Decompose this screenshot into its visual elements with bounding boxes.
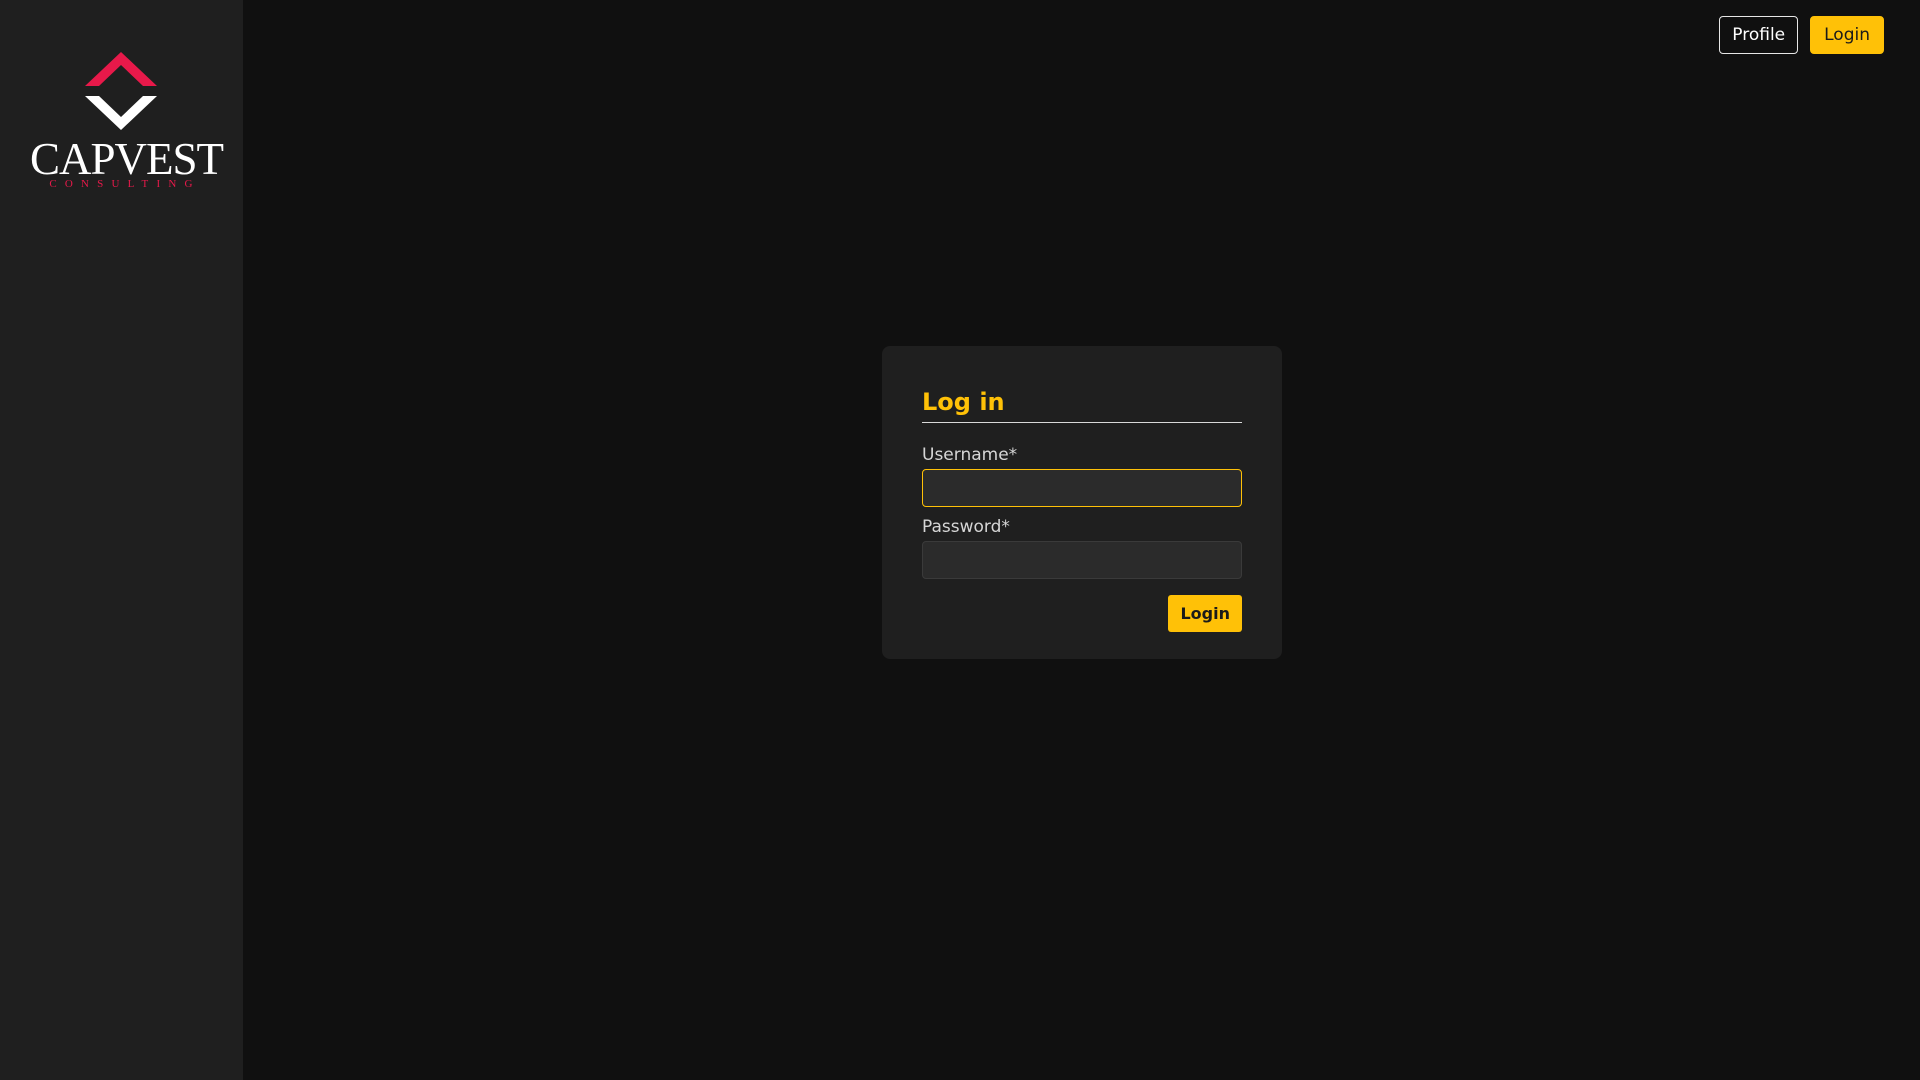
password-label: Password*: [922, 517, 1010, 537]
profile-button[interactable]: Profile: [1719, 16, 1799, 54]
top-navigation: Profile Login: [1719, 16, 1884, 54]
username-input[interactable]: [922, 469, 1242, 507]
logo-title: CAPVEST: [30, 134, 224, 184]
login-card: Log in Username* Password* Login: [882, 346, 1282, 659]
submit-row: Login: [922, 595, 1242, 632]
capvest-logo[interactable]: CAPVEST CONSULTING: [30, 48, 224, 198]
header-login-button[interactable]: Login: [1810, 16, 1884, 54]
login-title: Log in: [922, 386, 1242, 423]
password-input[interactable]: [922, 541, 1242, 579]
sidebar: CAPVEST CONSULTING: [0, 0, 243, 1080]
username-label: Username*: [922, 445, 1018, 465]
chevron-diamond-logo-icon: [85, 52, 157, 130]
login-submit-button[interactable]: Login: [1168, 595, 1242, 632]
logo-subtitle: CONSULTING: [49, 178, 201, 190]
